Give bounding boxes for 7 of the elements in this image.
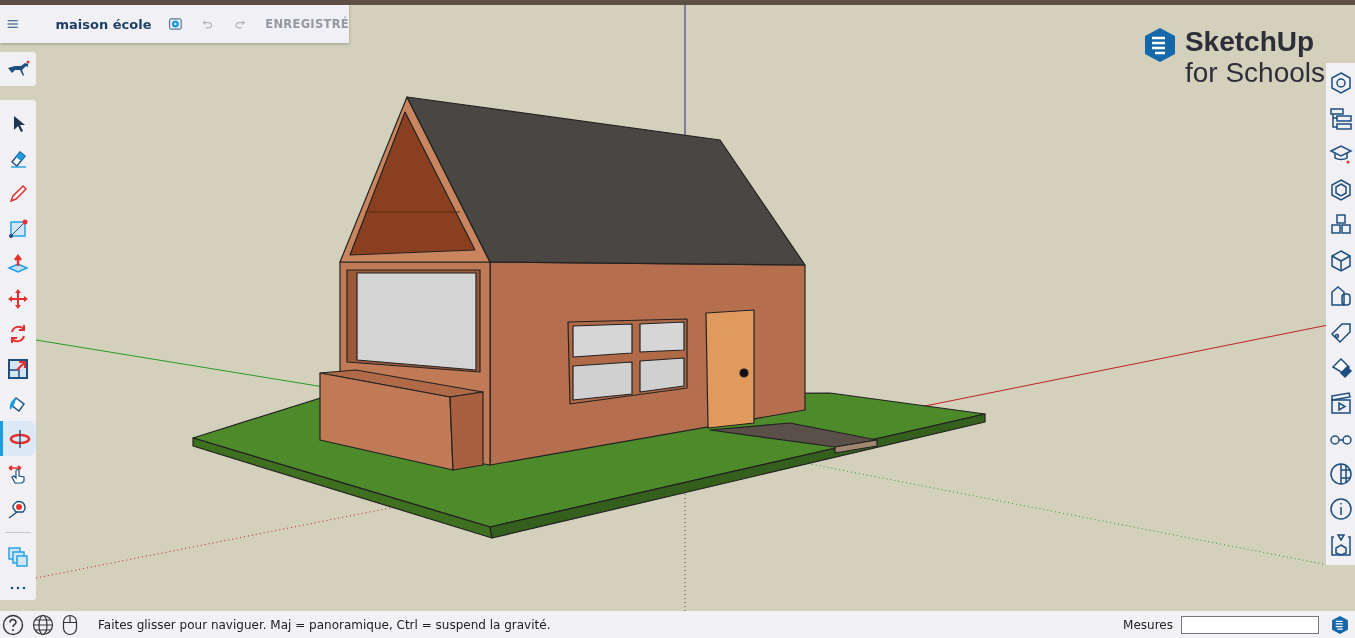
measures-label: Mesures (1123, 617, 1173, 632)
status-hint: Faites glisser pour naviguer. Maj = panoramique, Ctrl = suspend la gravité. (98, 617, 552, 632)
model-title[interactable]: maison école (55, 16, 152, 32)
logo-name: SketchUp (1184, 27, 1316, 57)
modeling-canvas[interactable]: maison école ENREGISTRÉ SketchUp for Schools (0, 5, 1355, 611)
logo-subtitle: for Schools (1184, 57, 1325, 89)
save-status: ENREGISTRÉ (265, 17, 349, 31)
